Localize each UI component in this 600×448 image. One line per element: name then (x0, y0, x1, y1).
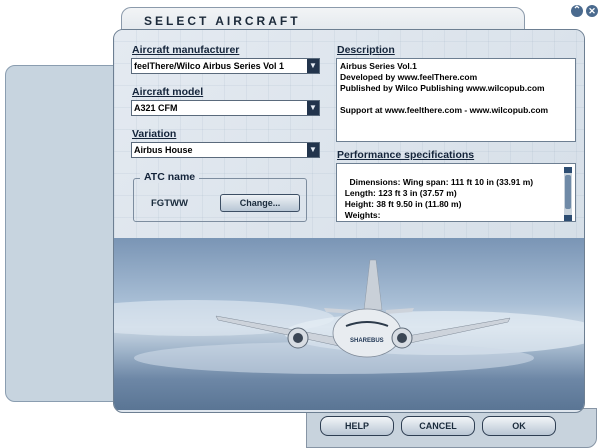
scroll-up-icon[interactable] (564, 167, 572, 173)
aircraft-preview-image: SHAREBUS (114, 238, 584, 410)
description-label: Description (337, 44, 395, 56)
scroll-down-icon[interactable] (564, 215, 572, 221)
manufacturer-value: feelThere/Wilco Airbus Series Vol 1 (134, 61, 284, 71)
performance-text: Dimensions: Wing span: 111 ft 10 in (33.… (336, 163, 576, 222)
chevron-down-icon[interactable]: ▼ (307, 59, 319, 73)
close-icon[interactable]: ✕ (586, 5, 598, 17)
window-title: SELECT AIRCRAFT (144, 14, 301, 28)
chevron-up-icon[interactable]: ⌃ (571, 5, 583, 17)
atc-name-label: ATC name (140, 171, 200, 183)
model-dropdown[interactable]: A321 CFM ▼ (131, 100, 320, 116)
variation-label: Variation (132, 128, 177, 140)
performance-label: Performance specifications (337, 149, 475, 161)
manufacturer-dropdown[interactable]: feelThere/Wilco Airbus Series Vol 1 ▼ (131, 58, 320, 74)
change-atc-button[interactable]: Change... (220, 194, 300, 212)
atc-name-value: FGTWW (151, 198, 188, 209)
description-text: Airbus Series Vol.1 Developed by www.fee… (336, 58, 576, 142)
livery-text: SHAREBUS (350, 338, 384, 344)
help-button[interactable]: HELP (320, 416, 394, 436)
manufacturer-label: Aircraft manufacturer (132, 44, 240, 56)
chevron-down-icon[interactable]: ▼ (307, 143, 319, 157)
scroll-thumb[interactable] (565, 175, 571, 209)
atc-name-group: ATC name FGTWW Change... (133, 171, 307, 222)
cancel-button[interactable]: CANCEL (401, 416, 475, 436)
variation-value: Airbus House (134, 145, 193, 155)
model-value: A321 CFM (134, 103, 178, 113)
aircraft-illustration: SHAREBUS (114, 259, 584, 374)
model-label: Aircraft model (132, 86, 204, 98)
performance-content: Dimensions: Wing span: 111 ft 10 in (33.… (344, 177, 534, 220)
performance-scrollbar[interactable] (564, 167, 572, 221)
ok-button[interactable]: OK (482, 416, 556, 436)
chevron-down-icon[interactable]: ▼ (307, 101, 319, 115)
select-aircraft-panel: Aircraft manufacturer feelThere/Wilco Ai… (113, 29, 585, 413)
variation-dropdown[interactable]: Airbus House ▼ (131, 142, 320, 158)
left-background-panel (5, 65, 119, 402)
